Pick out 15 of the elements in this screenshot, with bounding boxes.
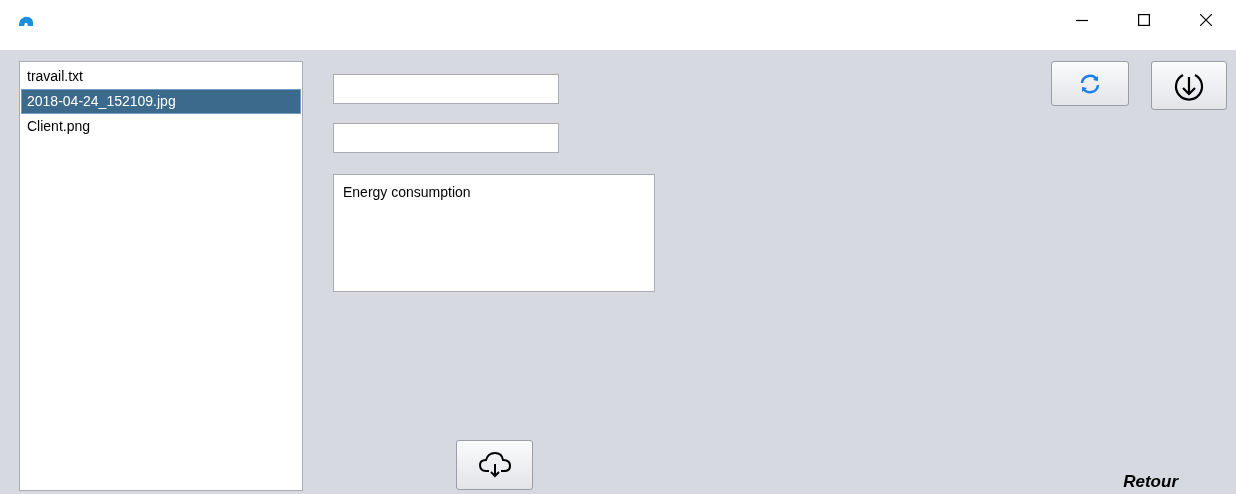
file-list-item[interactable]: travail.txt <box>21 64 301 89</box>
back-link[interactable]: Retour <box>1123 472 1178 492</box>
refresh-icon <box>1079 73 1101 94</box>
file-list-item[interactable]: Client.png <box>21 114 301 139</box>
input-field[interactable] <box>333 74 559 104</box>
download-button[interactable] <box>1151 61 1227 110</box>
text-area[interactable]: Energy consumption <box>333 174 655 292</box>
maximize-icon[interactable] <box>1138 14 1150 26</box>
refresh-button[interactable] <box>1051 61 1129 106</box>
close-icon[interactable] <box>1200 14 1212 26</box>
file-list-item[interactable]: 2018-04-24_152109.jpg <box>21 89 301 114</box>
input-field[interactable] <box>333 123 559 153</box>
cloud-download-button[interactable] <box>456 440 533 490</box>
app-logo-icon <box>19 16 33 26</box>
cloud-download-icon <box>477 451 512 479</box>
